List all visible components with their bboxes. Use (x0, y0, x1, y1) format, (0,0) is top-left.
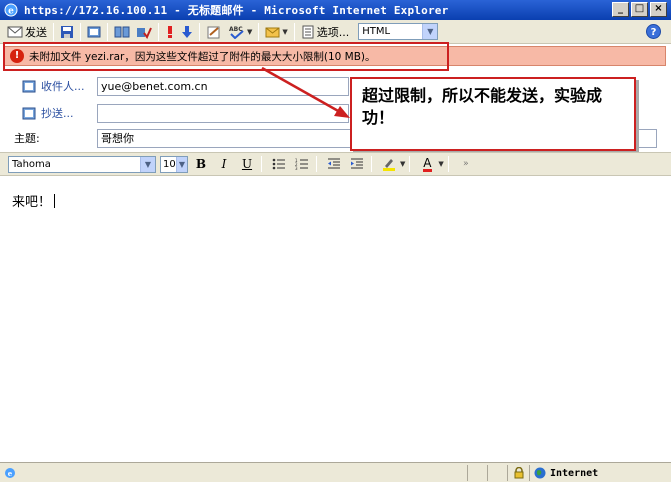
font-family-select[interactable]: Tahoma ▼ (8, 155, 156, 173)
status-pane (467, 465, 487, 481)
toolbar-separator (371, 156, 372, 172)
toolbar-separator (409, 156, 411, 172)
outdent-icon (328, 158, 340, 169)
annotation-callout: 超过限制，所以不能发送，实验成功！ (350, 77, 636, 151)
chevron-down-icon[interactable]: ▼ (400, 160, 405, 168)
chevron-down-icon[interactable]: ▼ (176, 156, 187, 172)
security-pane[interactable] (507, 465, 529, 481)
svg-text:e: e (8, 469, 13, 478)
numbered-list-icon: 1 2 3 (295, 158, 308, 170)
outdent-button[interactable] (324, 155, 344, 173)
status-pane (487, 465, 507, 481)
svg-text:3: 3 (295, 166, 298, 170)
more-icon[interactable]: » (456, 155, 476, 173)
chevron-down-icon[interactable]: ▼ (140, 156, 155, 172)
security-zone[interactable]: Internet (529, 465, 671, 481)
bold-button[interactable]: B (191, 155, 211, 173)
toolbar-separator (447, 156, 449, 172)
toolbar-separator (316, 156, 317, 172)
numbered-list-button[interactable]: 1 2 3 (292, 155, 312, 173)
annotation-callout-text: 超过限制，所以不能发送，实验成功！ (362, 86, 603, 127)
toolbar-separator (261, 156, 262, 172)
font-family-value: Tahoma (12, 158, 51, 170)
italic-button[interactable]: I (214, 155, 234, 173)
underline-button[interactable]: U (237, 155, 257, 173)
bullet-list-button[interactable] (269, 155, 289, 173)
highlight-icon (383, 159, 395, 171)
zone-label: Internet (550, 467, 599, 479)
status-bar: e Internet (0, 462, 671, 482)
message-body-text: 来吧！ (12, 195, 52, 210)
message-body-editor[interactable]: 来吧！ (0, 177, 671, 461)
message-body[interactable]: 来吧！ (12, 191, 56, 210)
highlight-button[interactable] (379, 155, 399, 173)
format-toolbar: Tahoma ▼ 10 ▼ B I U 1 2 3 ▼ A ▼ » (0, 152, 671, 176)
indent-button[interactable] (347, 155, 367, 173)
bullet-list-icon (272, 158, 285, 170)
lock-icon (514, 467, 523, 479)
indent-icon (351, 158, 363, 169)
chevron-down-icon[interactable]: ▼ (438, 160, 443, 168)
font-size-select[interactable]: 10 ▼ (160, 155, 188, 173)
ie-icon: e (5, 467, 15, 478)
globe-icon (534, 467, 546, 479)
font-color-icon: A (423, 155, 432, 172)
font-color-button[interactable]: A (417, 155, 437, 173)
font-size-value: 10 (163, 158, 176, 170)
text-cursor (54, 194, 56, 208)
